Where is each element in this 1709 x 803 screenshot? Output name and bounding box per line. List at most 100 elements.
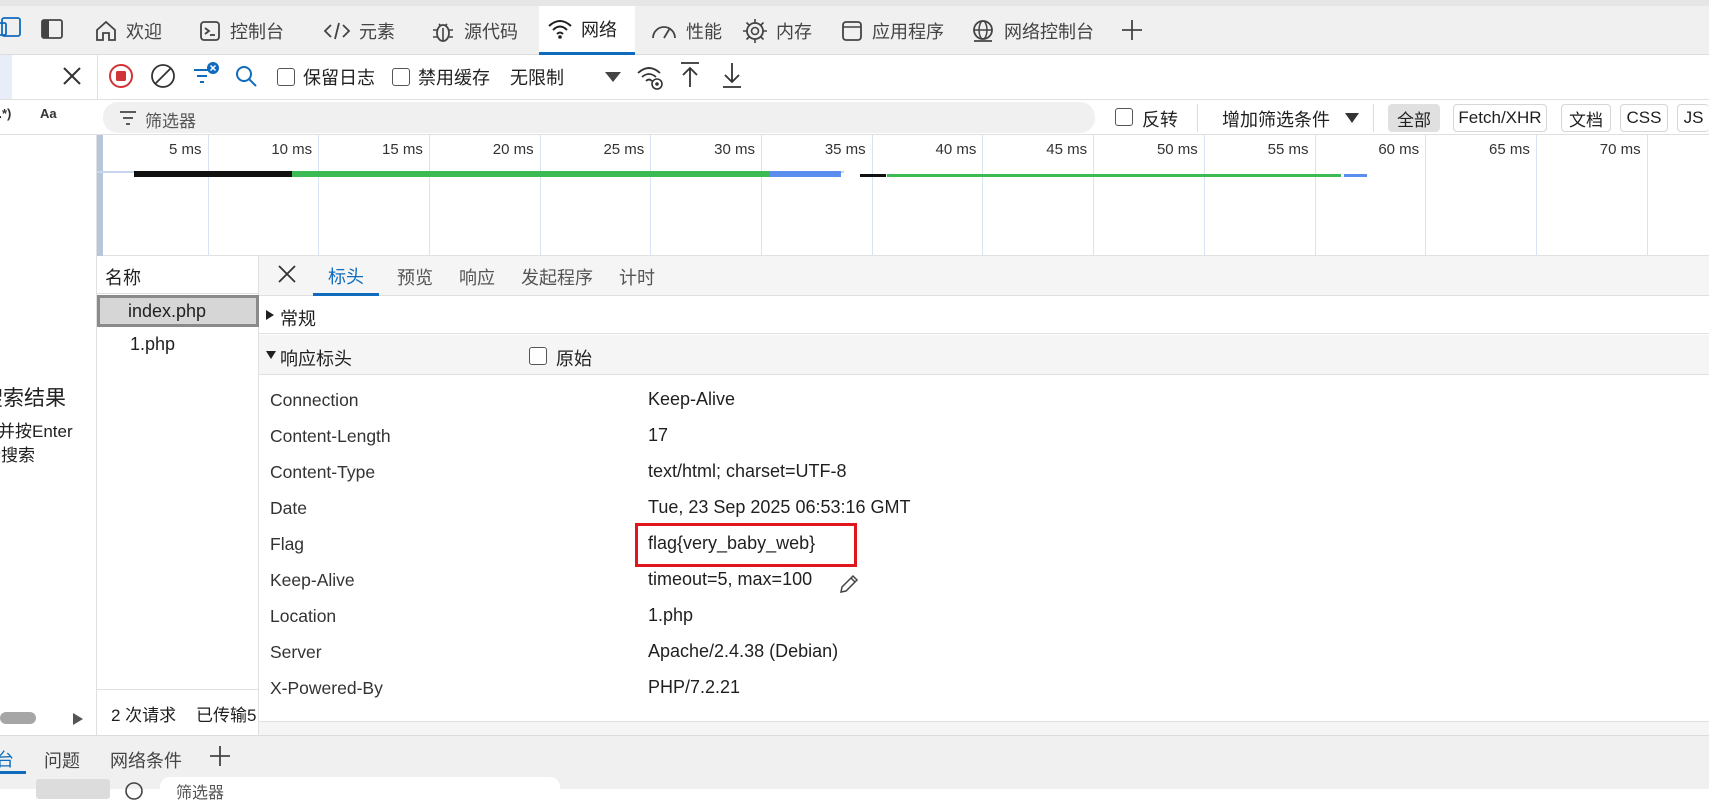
tab-console[interactable]: 控制台 [190,6,292,55]
search-results-title: 搜索结果 [0,387,66,410]
left-pane-edge [0,55,12,99]
disable-cache-checkbox[interactable] [392,68,410,86]
header-value: timeout=5, max=100 [648,569,813,589]
tab-label: 网络 [581,20,617,40]
raw-checkbox[interactable] [529,347,547,365]
transferred-size: 已传输5 [196,706,257,725]
request-details: 标头 预览 响应 发起程序 计时 常规 响应标头 原始 Connection K… [259,256,1709,721]
tab-memory[interactable]: 内存 [734,6,820,55]
timeline-gridline [1646,135,1648,256]
search-icon[interactable] [234,64,258,88]
search-panel: 搜索结果 并按Enter 行搜索 [0,135,97,735]
clear-console-icon[interactable] [124,781,144,801]
chip-label: 全部 [1397,110,1431,130]
header-value: 17 [648,425,669,445]
chevron-down-icon[interactable] [604,71,622,83]
more-filters-dropdown[interactable]: 增加筛选条件 [1222,106,1330,132]
home-icon [94,19,118,43]
request-bar-content [770,171,841,177]
request-list-header[interactable]: 名称 [97,256,259,294]
tab-network-console[interactable]: 网络控制台 [962,6,1102,55]
add-tab-icon[interactable] [209,745,231,767]
close-icon[interactable] [60,64,84,88]
timeline-gridline [1425,135,1427,256]
header-name: Location [270,606,337,626]
search-hint: 并按Enter [0,422,73,441]
type-filter-all[interactable]: 全部 [1388,104,1440,132]
tab-preview[interactable]: 预览 [387,258,443,296]
tab-network[interactable]: 网络 [539,6,635,55]
timeline-gridline [207,135,209,256]
drawer-tab-issues[interactable]: 问题 [44,747,80,773]
device-emulation-icon[interactable] [0,14,24,40]
type-filter-js[interactable]: JS [1677,104,1709,132]
table-row[interactable]: index.php [97,295,259,327]
gauge-icon [650,20,678,42]
type-filter-fetch-xhr[interactable]: Fetch/XHR [1453,104,1547,132]
context-selector[interactable] [36,779,110,799]
timeline-gridline [761,135,762,256]
tab-application[interactable]: 应用程序 [832,6,952,55]
timeline-gridline [1203,135,1205,256]
timeline-left-handle[interactable] [97,135,103,256]
header-value: PHP/7.2.21 [648,677,741,697]
tab-label: 计时 [619,268,655,288]
network-conditions-icon[interactable] [636,63,664,91]
chevron-down-icon[interactable] [1344,112,1360,124]
drawer-tab-network-conditions[interactable]: 网络条件 [110,747,182,773]
export-har-icon[interactable] [720,61,744,89]
general-section-header[interactable]: 常规 [259,296,1709,334]
console-filter-input[interactable]: 筛选器 [160,777,560,802]
dock-side-icon[interactable] [40,18,64,40]
timeline-gridline [1093,135,1095,256]
filter-clear-icon[interactable] [192,61,220,89]
throttling-select[interactable]: 无限制 [510,64,564,90]
regex-toggle[interactable]: (.*) [0,106,11,121]
status-bar: 2 次请求 已传输5 [97,689,259,735]
header-name: Content-Type [270,462,376,482]
clear-icon[interactable] [150,63,176,89]
section-title: 响应标头 [280,349,352,369]
preserve-log-checkbox[interactable] [277,68,295,86]
scrollbar-thumb[interactable] [0,712,36,724]
tab-response[interactable]: 响应 [449,258,505,296]
timeline-tick-label: 45 ms [1046,141,1088,158]
type-filter-css[interactable]: CSS [1620,104,1668,132]
filter-input[interactable]: 筛选器 [103,102,1095,133]
tab-headers[interactable]: 标头 [313,258,379,296]
scroll-right-icon[interactable] [72,712,84,726]
timeline-tick-label: 40 ms [935,141,977,158]
record-stop-icon[interactable] [108,63,134,89]
type-filter-doc[interactable]: 文档 [1561,104,1611,132]
drawer-tab-console[interactable]: 台 [0,736,26,774]
tab-performance[interactable]: 性能 [642,6,730,55]
invert-checkbox[interactable] [1115,108,1133,126]
edit-pencil-icon[interactable] [838,573,860,595]
tab-label: 控制台 [230,21,284,42]
bug-icon [430,18,456,44]
request-name: 1.php [130,334,176,354]
tab-sources[interactable]: 源代码 [422,6,526,55]
timeline-tick-label: 15 ms [382,141,423,158]
tab-welcome[interactable]: 欢迎 [86,6,170,55]
table-row[interactable]: 1.php [97,328,259,360]
divider [1197,104,1198,132]
response-headers-section-header[interactable]: 响应标头 原始 [259,335,1709,375]
tab-initiator[interactable]: 发起程序 [513,258,601,296]
timeline-gridline [318,135,320,256]
tab-label: 台 [0,750,14,770]
add-tab-icon[interactable] [1121,19,1143,41]
tab-timing[interactable]: 计时 [609,258,665,296]
timeline-overview[interactable]: 5 ms 10 ms 15 ms 20 ms 25 ms 30 ms 35 ms 40 ms 4… [97,135,1709,256]
match-case-toggle[interactable]: Aa [40,106,57,121]
chip-icon [742,18,768,44]
timeline-tick-label: 50 ms [1156,141,1198,158]
tab-elements[interactable]: 元素 [315,6,403,55]
timeline-tick-label: 55 ms [1267,141,1309,158]
import-har-icon[interactable] [678,61,702,89]
header-value: Apache/2.4.38 (Debian) [648,641,839,661]
timeline-tick-label: 70 ms [1599,141,1641,158]
console-icon [198,19,222,43]
close-icon[interactable] [277,264,297,284]
header-value: flag{very_baby_web} [648,533,816,553]
